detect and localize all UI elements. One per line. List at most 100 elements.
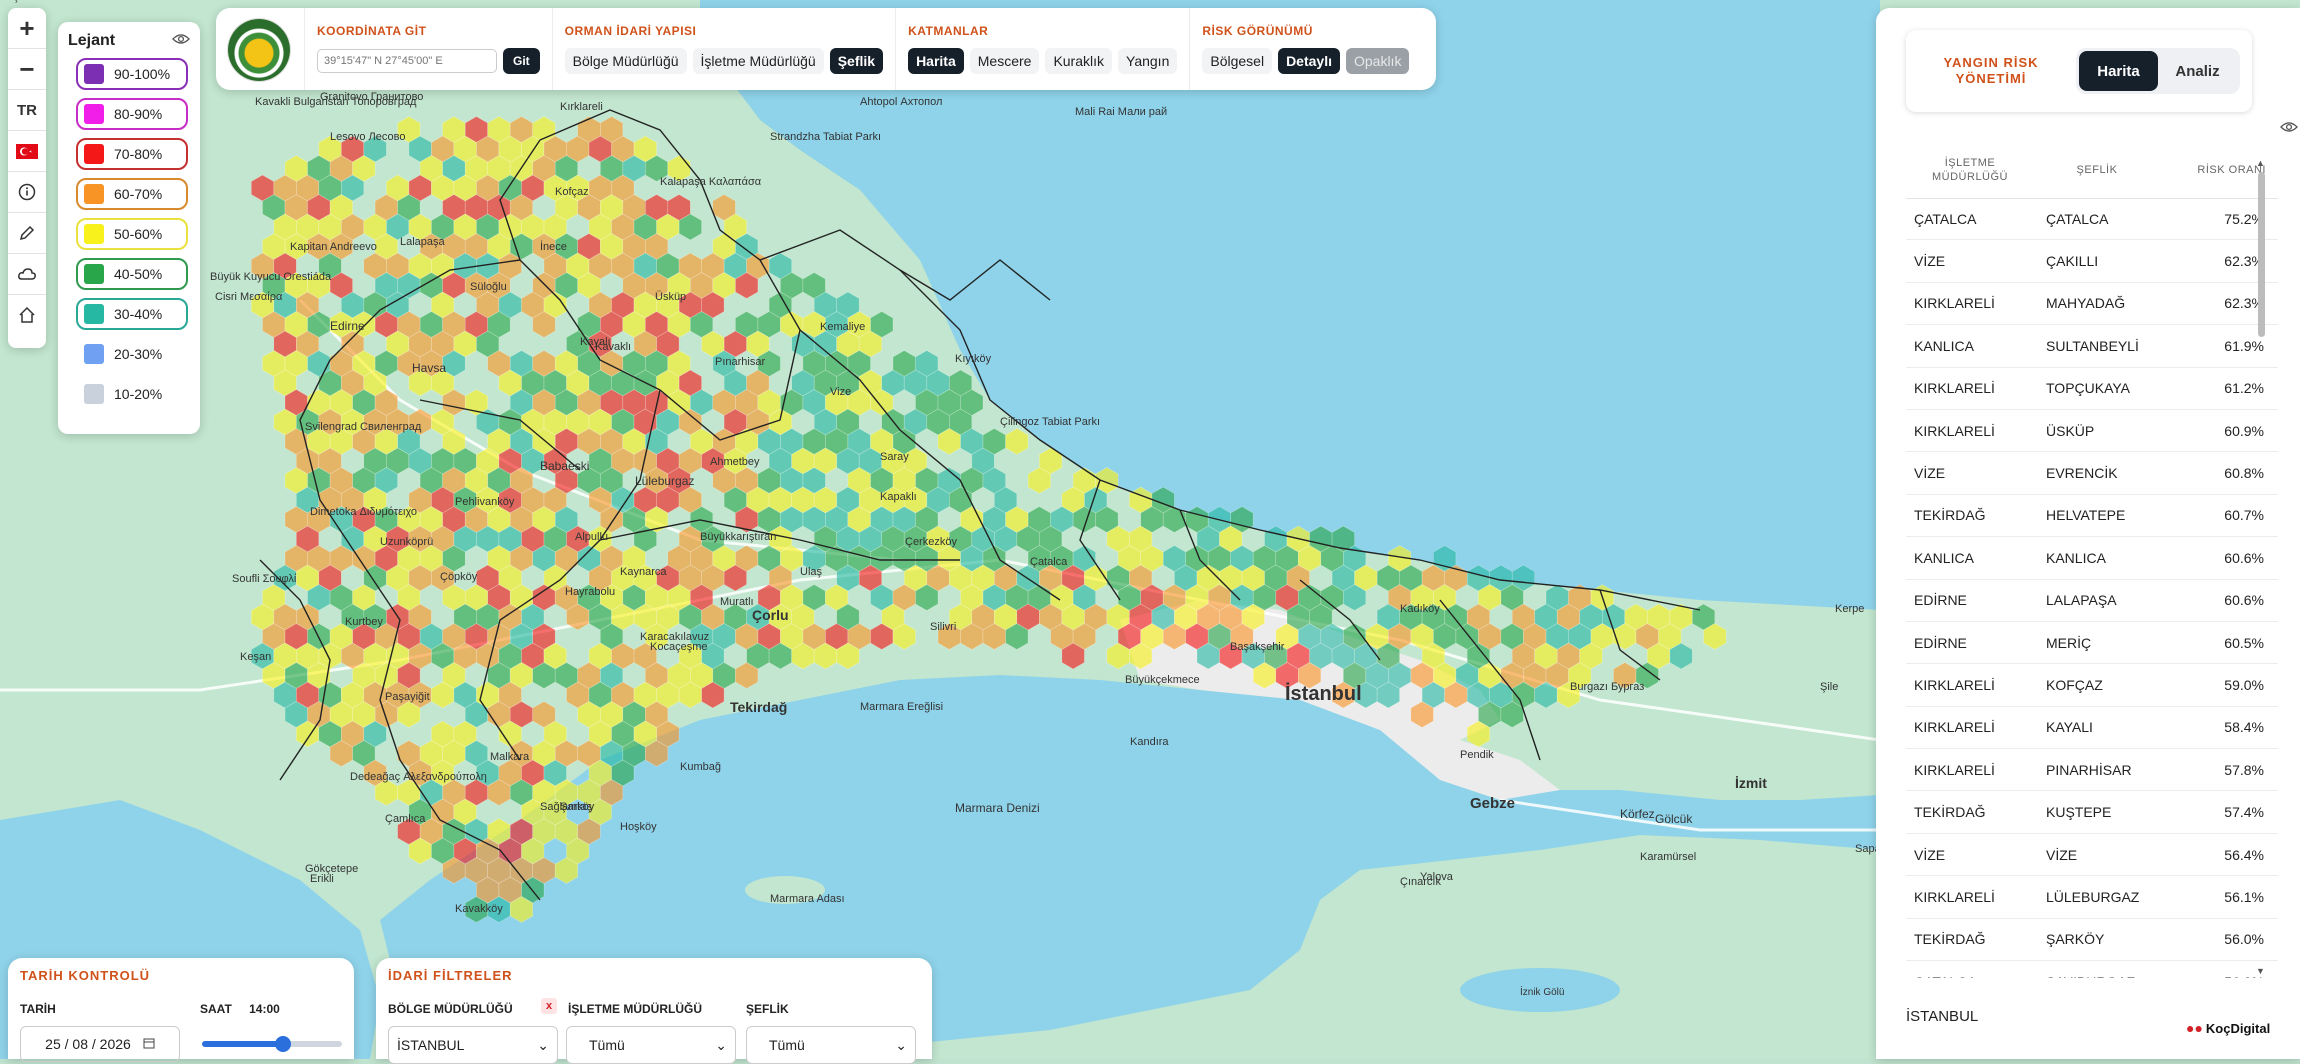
go-button[interactable]: Git (503, 48, 540, 74)
legend-item[interactable]: 10-20% (76, 378, 188, 410)
pencil-icon[interactable] (8, 213, 46, 254)
filter-label-region: BÖLGE MÜDÜRLÜĞÜ (388, 1002, 513, 1016)
legend-item[interactable]: 90-100% (76, 58, 188, 90)
map-label: Üsküp (655, 291, 686, 303)
map-label: Kapaklı (880, 491, 917, 503)
chip-risk-2[interactable]: Opaklık (1345, 48, 1410, 74)
calendar-icon[interactable] (143, 1036, 155, 1052)
cell-isletme: KIRKLARELİ (1914, 422, 1995, 439)
time-slider-knob[interactable] (275, 1036, 292, 1052)
table-row[interactable]: KIRKLARELİ LÜLEBURGAZ 56.1% (1906, 876, 2278, 919)
org-structure-chips: Bölge Müdürlüğü İşletme Müdürlüğü Şeflik (564, 48, 884, 74)
table-row[interactable]: VİZE ÇAKILLI 62.3% (1906, 240, 2278, 283)
cell-seflik: MAHYADAĞ (2046, 295, 2126, 312)
cell-seflik: MERİÇ (2046, 634, 2092, 651)
legend-item[interactable]: 30-40% (76, 298, 188, 330)
legend-swatch (84, 304, 104, 324)
date-input[interactable]: 25 / 08 / 2026 (20, 1026, 180, 1062)
map-label: Gebze (1470, 795, 1515, 812)
map-label: Malkara (490, 751, 530, 763)
zoom-out-button[interactable]: − (8, 49, 46, 90)
seflik-select[interactable]: Tümü ⌄ (746, 1026, 916, 1064)
legend-swatch (84, 104, 104, 124)
legend-item[interactable]: 80-90% (76, 98, 188, 130)
cell-isletme: KIRKLARELİ (1914, 761, 1995, 778)
chip-org-0[interactable]: Bölge Müdürlüğü (564, 48, 687, 74)
table-row[interactable]: KANLICA SULTANBEYLİ 61.9% (1906, 325, 2278, 368)
map-label: Sağlamtaş (540, 801, 592, 813)
table-row[interactable]: TEKİRDAĞ ŞARKÖY 56.0% (1906, 919, 2278, 962)
map-label: Çorlu (752, 607, 789, 623)
table-row[interactable]: KIRKLARELİ KAYALI 58.4% (1906, 707, 2278, 750)
map-label: Pendik (1460, 749, 1494, 761)
coordinate-input[interactable] (317, 49, 497, 73)
table-row[interactable]: KIRKLARELİ TOPÇUKAYA 61.2% (1906, 368, 2278, 410)
cell-seflik: HELVATEPE (2046, 507, 2126, 524)
table-row[interactable]: VİZE VİZE 56.4% (1906, 834, 2278, 877)
scroll-up-icon[interactable]: ▲ (2256, 158, 2265, 168)
scroll-thumb[interactable] (2258, 172, 2265, 337)
panel-header: YANGIN RİSK YÖNETİMİ Harita Analiz (1906, 30, 2252, 112)
chip-risk-1[interactable]: Detaylı (1278, 48, 1340, 74)
chevron-down-icon: ⌄ (537, 1036, 549, 1053)
table-row[interactable]: KIRKLARELİ ÜSKÜP 60.9% (1906, 410, 2278, 453)
column-header-isletme[interactable]: İŞLETME MÜDÜRLÜĞÜ (1906, 156, 2034, 184)
chip-layers-1[interactable]: Mescere (969, 48, 1040, 74)
table-row[interactable]: TEKİRDAĞ KUŞTEPE 57.4% (1906, 791, 2278, 834)
chip-org-2[interactable]: Şeflik (829, 48, 884, 74)
flag-tr-icon[interactable] (8, 131, 46, 172)
table-row[interactable]: KIRKLARELİ PINARHİSAR 57.8% (1906, 749, 2278, 792)
scroll-down-icon[interactable]: ▼ (2256, 966, 2265, 976)
chip-risk-0[interactable]: Bölgesel (1202, 48, 1273, 74)
map-label: İstanbul (1285, 682, 1362, 705)
home-icon[interactable] (8, 295, 46, 335)
cell-seflik: KANLICA (2046, 549, 2106, 566)
map-label: Cisri Μεσαίρα (215, 291, 283, 303)
eye-icon[interactable] (172, 32, 190, 50)
time-slider[interactable] (202, 1036, 342, 1052)
region-select[interactable]: İSTANBUL ⌄ (388, 1026, 558, 1064)
map-label: Marmara Ereğlisi (860, 701, 943, 713)
region-select-value: İSTANBUL (397, 1037, 465, 1053)
tab-analiz[interactable]: Analiz (2158, 51, 2237, 91)
chip-org-1[interactable]: İşletme Müdürlüğü (692, 48, 824, 74)
legend-item[interactable]: 50-60% (76, 218, 188, 250)
table-row[interactable]: EDİRNE LALAPAŞA 60.6% (1906, 580, 2278, 622)
legend-item[interactable]: 70-80% (76, 138, 188, 170)
tab-harita[interactable]: Harita (2079, 51, 2158, 91)
map-label: Büyükçekmece (1125, 674, 1200, 686)
table-row[interactable]: TEKİRDAĞ HELVATEPE 60.7% (1906, 495, 2278, 538)
column-header-seflik[interactable]: ŞEFLİK (2034, 164, 2156, 176)
table-row[interactable]: ÇATALCA ÇATALCA 75.2% (1906, 198, 2278, 241)
table-row[interactable]: ÇATALCASAYIBURGAZ56.0% (1906, 961, 2278, 978)
table-row[interactable]: KIRKLARELİ KOFÇAZ 59.0% (1906, 664, 2278, 707)
map-label: Lüleburgaz (635, 474, 694, 488)
legend-item[interactable]: 20-30% (76, 338, 188, 370)
legend-swatch (84, 144, 104, 164)
legend-item[interactable]: 60-70% (76, 178, 188, 210)
isletme-select[interactable]: Tümü ⌄ (566, 1026, 736, 1064)
table-row[interactable]: KANLICA KANLICA 60.6% (1906, 537, 2278, 580)
table-row[interactable]: VİZE EVRENCİK 60.8% (1906, 452, 2278, 495)
chip-layers-2[interactable]: Kuraklık (1045, 48, 1113, 74)
cell-seflik: LALAPAŞA (2046, 592, 2117, 609)
risk-view-section: RİSK GÖRÜNÜMÜ Bölgesel Detaylı Opaklık (1189, 8, 1421, 90)
legend-item[interactable]: 40-50% (76, 258, 188, 290)
chip-layers-3[interactable]: Yangın (1118, 48, 1178, 74)
clear-filter-button[interactable]: x (541, 998, 557, 1014)
map-label: Ahtopol Ахтопол (860, 96, 942, 108)
cell-isletme: VİZE (1914, 465, 1946, 482)
info-icon[interactable] (8, 172, 46, 213)
cell-seflik: SULTANBEYLİ (2046, 337, 2139, 354)
eye-icon[interactable] (2280, 120, 2298, 138)
chip-layers-0[interactable]: Harita (908, 48, 964, 74)
table-scrollbar[interactable]: ▲ ▼ (2256, 158, 2268, 978)
risk-table-body[interactable]: ÇATALCA ÇATALCA 75.2% VİZE ÇAKILLI 62.3% KIRKL… (1906, 198, 2278, 978)
cloud-icon[interactable] (8, 254, 46, 295)
language-button[interactable]: TR (8, 90, 46, 131)
risk-view-chips: Bölgesel Detaylı Opaklık (1202, 48, 1410, 74)
org-structure-section: ORMAN İDARİ YAPISI Bölge Müdürlüğü İşletm… (551, 8, 895, 90)
zoom-in-button[interactable]: + (8, 8, 46, 49)
table-row[interactable]: EDİRNE MERİÇ 60.5% (1906, 622, 2278, 665)
table-row[interactable]: KIRKLARELİ MAHYADAĞ 62.3% (1906, 283, 2278, 326)
